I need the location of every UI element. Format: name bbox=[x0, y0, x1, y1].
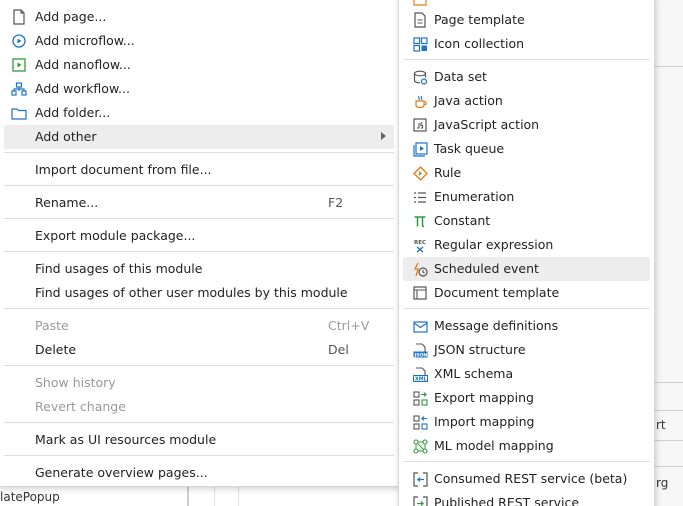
svg-text:XML: XML bbox=[415, 376, 427, 381]
divider bbox=[655, 66, 683, 67]
add-microflow-item[interactable]: Add microflow... bbox=[4, 29, 394, 53]
enumeration-icon bbox=[412, 189, 428, 205]
divider bbox=[655, 382, 683, 383]
scheduled-event-item[interactable]: Scheduled event bbox=[403, 257, 650, 281]
page-layout-icon bbox=[412, 0, 428, 7]
icon-collection-icon bbox=[412, 36, 428, 52]
message-definitions-item[interactable]: Message definitions bbox=[403, 314, 650, 338]
submenu-arrow-icon bbox=[381, 132, 386, 140]
shortcut-text: Ctrl+V bbox=[328, 318, 370, 333]
javascript-action-item[interactable]: JavaScript action bbox=[403, 113, 650, 137]
paste-item[interactable]: Paste Ctrl+V bbox=[4, 314, 394, 338]
add-page-item[interactable]: Add page... bbox=[4, 5, 394, 29]
divider bbox=[214, 486, 215, 506]
xml-schema-icon: XML bbox=[412, 366, 428, 382]
add-workflow-item[interactable]: Add workflow... bbox=[4, 77, 394, 101]
menu-separator bbox=[4, 251, 394, 252]
svg-text:JSON: JSON bbox=[413, 352, 427, 357]
background-text: latePopup bbox=[0, 490, 60, 504]
consumed-rest-service-item[interactable]: Consumed REST service (beta) bbox=[403, 467, 650, 491]
json-structure-icon: JSON bbox=[412, 342, 428, 358]
ml-model-mapping-icon bbox=[412, 438, 428, 454]
enumeration-item[interactable]: Enumeration bbox=[403, 185, 650, 209]
published-rest-icon bbox=[412, 495, 428, 506]
page-icon bbox=[11, 9, 27, 25]
document-template-item[interactable]: Document template bbox=[403, 281, 650, 305]
document-template-icon bbox=[412, 285, 428, 301]
regular-expression-item[interactable]: REC Regular expression bbox=[403, 233, 650, 257]
context-menu: Add page... Add microflow... Add nanoflo… bbox=[0, 0, 399, 487]
divider bbox=[655, 410, 683, 411]
icon-collection-item[interactable]: Icon collection bbox=[403, 32, 650, 56]
rule-item[interactable]: Rule bbox=[403, 161, 650, 185]
constant-item[interactable]: Constant bbox=[403, 209, 650, 233]
consumed-rest-icon bbox=[412, 471, 428, 487]
javascript-action-icon bbox=[412, 117, 428, 133]
menu-separator bbox=[4, 308, 394, 309]
menu-separator bbox=[4, 455, 394, 456]
menu-separator bbox=[403, 461, 650, 462]
divider bbox=[655, 440, 683, 441]
published-rest-service-item[interactable]: Published REST service bbox=[403, 491, 650, 506]
splitter[interactable] bbox=[187, 486, 189, 506]
shortcut-text: F2 bbox=[328, 195, 344, 210]
scheduled-event-icon bbox=[412, 261, 428, 277]
add-folder-item[interactable]: Add folder... bbox=[4, 101, 394, 125]
menu-separator bbox=[4, 365, 394, 366]
microflow-icon bbox=[11, 33, 27, 49]
svg-text:REC: REC bbox=[414, 240, 426, 246]
background-text: rt bbox=[656, 418, 666, 432]
menu-separator bbox=[4, 422, 394, 423]
xml-schema-item[interactable]: XML XML schema bbox=[403, 362, 650, 386]
generate-overview-pages-item[interactable]: Generate overview pages... bbox=[4, 461, 394, 485]
add-other-submenu: Page template Icon collection Data set J… bbox=[398, 0, 655, 506]
java-action-icon bbox=[412, 93, 428, 109]
regex-icon: REC bbox=[412, 237, 428, 253]
workflow-icon bbox=[11, 81, 27, 97]
java-action-item[interactable]: Java action bbox=[403, 89, 650, 113]
menu-separator bbox=[4, 185, 394, 186]
import-mapping-icon bbox=[412, 414, 428, 430]
rename-item[interactable]: Rename... F2 bbox=[4, 191, 394, 215]
revert-change-item[interactable]: Revert change bbox=[4, 395, 394, 419]
mark-ui-resources-item[interactable]: Mark as UI resources module bbox=[4, 428, 394, 452]
divider bbox=[238, 486, 239, 506]
import-mapping-item[interactable]: Import mapping bbox=[403, 410, 650, 434]
data-set-icon bbox=[412, 69, 428, 85]
background-text: rg bbox=[656, 476, 669, 490]
delete-item[interactable]: Delete Del bbox=[4, 338, 394, 362]
add-other-item[interactable]: Add other bbox=[4, 125, 394, 149]
folder-icon bbox=[11, 105, 27, 121]
nanoflow-icon bbox=[11, 57, 27, 73]
json-structure-item[interactable]: JSON JSON structure bbox=[403, 338, 650, 362]
ml-model-mapping-item[interactable]: ML model mapping bbox=[403, 434, 650, 458]
page-template-item[interactable]: Page template bbox=[403, 8, 650, 32]
export-module-package-item[interactable]: Export module package... bbox=[4, 224, 394, 248]
message-definitions-icon bbox=[412, 318, 428, 334]
task-queue-item[interactable]: Task queue bbox=[403, 137, 650, 161]
divider bbox=[655, 466, 683, 467]
show-history-item[interactable]: Show history bbox=[4, 371, 394, 395]
add-nanoflow-item[interactable]: Add nanoflow... bbox=[4, 53, 394, 77]
menu-separator bbox=[4, 152, 394, 153]
rule-icon bbox=[412, 165, 428, 181]
data-set-item[interactable]: Data set bbox=[403, 65, 650, 89]
find-usages-other-modules-item[interactable]: Find usages of other user modules by thi… bbox=[4, 281, 394, 305]
menu-separator bbox=[4, 218, 394, 219]
import-document-item[interactable]: Import document from file... bbox=[4, 158, 394, 182]
page-template-icon bbox=[412, 12, 428, 28]
background-row bbox=[0, 486, 400, 506]
menu-separator bbox=[403, 308, 650, 309]
shortcut-text: Del bbox=[328, 342, 349, 357]
export-mapping-icon bbox=[412, 390, 428, 406]
export-mapping-item[interactable]: Export mapping bbox=[403, 386, 650, 410]
task-queue-icon bbox=[412, 141, 428, 157]
find-usages-item[interactable]: Find usages of this module bbox=[4, 257, 394, 281]
menu-separator bbox=[403, 59, 650, 60]
pi-constant-icon bbox=[412, 213, 428, 229]
